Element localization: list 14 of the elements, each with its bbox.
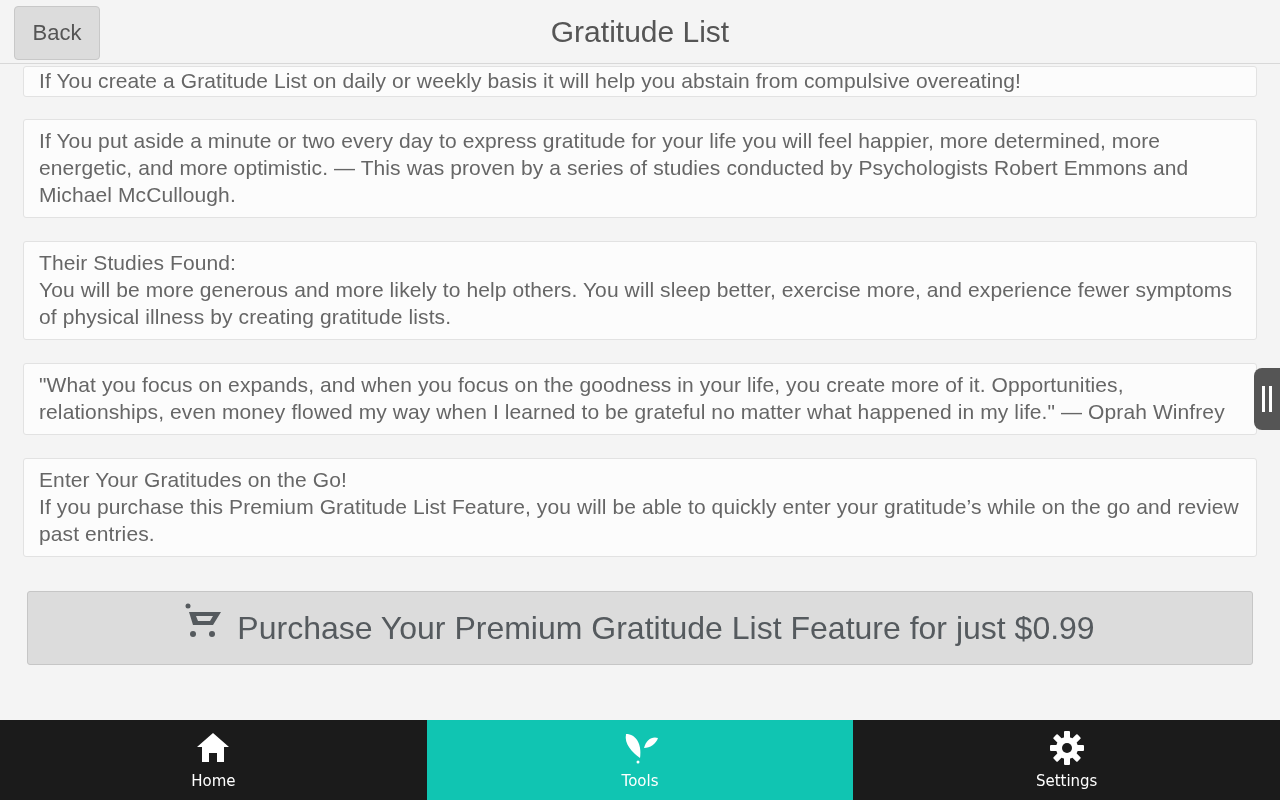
grip-icon bbox=[1261, 386, 1273, 412]
cart-icon bbox=[185, 603, 224, 639]
card-text: If You put aside a minute or two every day to express gratitude for your life you will feel happier, more determined, more energetic, and more optimistic. — This was proven by a series of studies conducted by Psychologists Robert Emmons and Michael McCullough. bbox=[39, 128, 1190, 208]
card-text: You will be more generous and more likely to help others. You will sleep better, exercise more, and experience fewer symptoms of physical illness by creating gratitude lists. bbox=[39, 277, 1233, 330]
drawer-handle[interactable] bbox=[1254, 368, 1280, 430]
card-text: "What you focus on expands, and when you focus on the goodness in your life, you create more of it. Opportunities, relationships, even money flowed my way when I learned to be grateful no matter what happened in my life." — Oprah Winfrey bbox=[39, 372, 1226, 425]
card-text: If You create a Gratitude List on daily or weekly basis it will help you abstain from compulsive overeating! bbox=[39, 68, 1022, 94]
purchase-button[interactable]: Purchase Your Premium Gratitude List Feature for just $0.99 bbox=[27, 591, 1253, 665]
card-text: Enter Your Gratitudes on the Go! bbox=[39, 467, 348, 493]
back-button[interactable]: Back bbox=[14, 6, 100, 60]
card-text: Their Studies Found: bbox=[39, 250, 237, 276]
card-text: If you purchase this Premium Gratitude List Feature, you will be able to quickly enter your gratitude’s while on the go and review past entries. bbox=[39, 494, 1240, 547]
page-title: Gratitude List bbox=[550, 14, 730, 49]
settings-icon bbox=[1048, 730, 1085, 766]
